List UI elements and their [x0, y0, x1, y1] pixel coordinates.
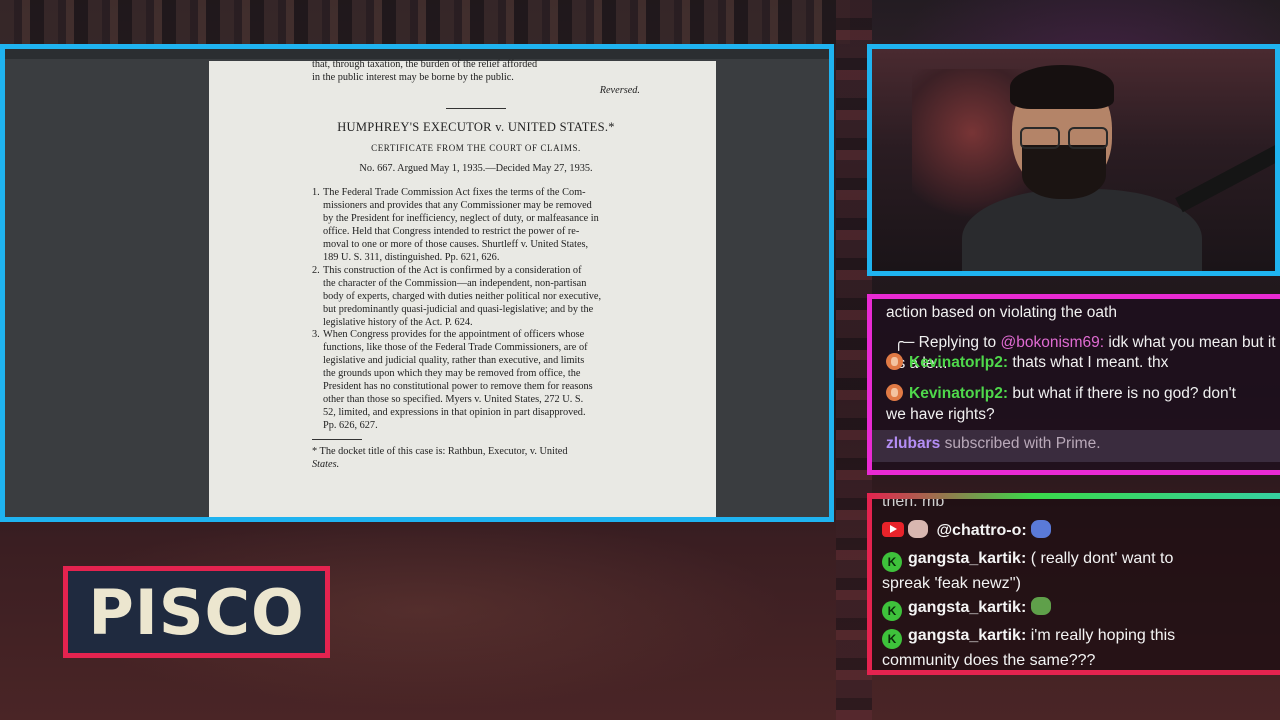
headnote-line: office. Held that Congress intended to r… [323, 226, 580, 238]
footnote-line: States. [312, 458, 340, 470]
chat-message: Kgangsta_kartik: [882, 596, 1051, 621]
chat-text: i'm really hoping this [1030, 627, 1176, 644]
user-avatar-icon [886, 384, 903, 401]
glasses-icon [1020, 127, 1110, 151]
chat-text: but what if there is no god? don't [1012, 385, 1236, 402]
document-page[interactable]: that, through taxation, the burden of th… [209, 59, 716, 517]
headnote-line: other than those so specified. Myers v. … [323, 393, 584, 405]
chat-message: Kevinatorlp2: but what if there is no go… [886, 383, 1276, 425]
headnote-line: the character of the Commission—an indep… [323, 277, 587, 289]
argued-line: No. 667. Argued May 1, 1935.—Decided May… [359, 162, 593, 174]
headnote-line: The Federal Trade Commission Act fixes t… [323, 187, 586, 199]
headnote-line: functions, like those of the Federal Tra… [323, 342, 588, 354]
chat-text: ( really dont' want to [1030, 550, 1174, 567]
subscriber-name[interactable]: zlubars [886, 435, 940, 452]
headnote-line: moval to one or more of those causes. Sh… [323, 239, 589, 251]
subscription-notice: zlubars subscribed with Prime. [872, 430, 1280, 462]
chat-text: community does the same??? [882, 652, 1096, 669]
section-divider [446, 107, 506, 109]
headnote-line: body of experts, charged with duties nei… [323, 290, 602, 302]
headnote-line: by the President for inefficiency, negle… [323, 213, 599, 225]
headnote-line: When Congress provides for the appointme… [323, 329, 585, 341]
headnote: 2. This construction of the Act is confi… [312, 265, 640, 330]
user-avatar-icon [886, 353, 903, 370]
headnote-line: 52, limited, and expressions in that opi… [323, 406, 586, 418]
headnote: 1. The Federal Trade Commission Act fixe… [312, 187, 640, 264]
chat-username[interactable]: Kevinatorlp2: [909, 385, 1008, 402]
doc-line: that, through taxation, the burden of th… [312, 59, 538, 70]
pepe-emote-icon [1031, 520, 1052, 538]
headnote-line: legislative history of the Act. P. 624. [323, 316, 473, 328]
chat-message: Kevinatorlp2: thats what I meant. thx [886, 352, 1168, 373]
headnote-line: Pp. 626, 627. [323, 419, 378, 431]
reply-handle: @bokonism69: [1000, 334, 1105, 351]
headnote-number: 1. [312, 187, 320, 199]
certificate-heading: CERTIFICATE FROM THE COURT OF CLAIMS. [371, 142, 581, 153]
kick-badge-icon: K [882, 601, 902, 621]
bookshelf-decor [0, 0, 850, 44]
streamer-beard [1022, 145, 1106, 199]
frog-emote-icon [1030, 597, 1051, 615]
streamer-body [962, 189, 1202, 271]
chat-username[interactable]: gangsta_kartik: [908, 550, 1026, 567]
chat-panel-accent [867, 493, 1280, 499]
headnote-line: legislative and judicial quality, rather… [323, 355, 585, 367]
headnote-line: President has no constitutional power to… [323, 381, 593, 393]
kick-badge-icon: K [882, 629, 902, 649]
chat-message: @chattro-o: [882, 519, 1052, 542]
mention-handle[interactable]: @chattro-o: [936, 522, 1026, 539]
headnote-line: the grounds upon which they may be remov… [323, 368, 581, 380]
microphone-arm [1175, 141, 1275, 213]
chat-message: Kgangsta_kartik: ( really dont' want to … [882, 547, 1173, 595]
headnote-number: 3. [312, 329, 320, 341]
headnote-line: missioners and provides that any Commiss… [323, 200, 592, 212]
chat-username[interactable]: gangsta_kartik: [908, 627, 1026, 644]
doc-line: in the public interest may be borne by t… [312, 71, 514, 83]
case-title: HUMPHREY'S EXECUTOR v. UNITED STATES.* [337, 119, 615, 134]
chat-message-partial: action based on violating the oath [886, 304, 1117, 321]
channel-logo: PISCO [63, 566, 330, 658]
headnote-line: This construction of the Act is confirme… [323, 264, 582, 276]
youtube-icon [882, 522, 904, 537]
footnote-line: * The docket title of this case is: Rath… [312, 445, 568, 457]
channel-name: PISCO [88, 575, 305, 649]
chat-username[interactable]: Kevinatorlp2: [909, 354, 1008, 371]
footnote-divider [312, 438, 362, 440]
headnote-line: but predominantly quasi-judicial and qua… [323, 303, 594, 315]
document-viewer-panel: that, through taxation, the burden of th… [0, 44, 834, 522]
reply-prefix: Replying to [918, 334, 997, 351]
subscription-text: subscribed with Prime. [944, 435, 1101, 452]
chat-panel-highlight: action based on violating the oath ╭─ Re… [867, 294, 1280, 475]
webcam-feed [867, 44, 1280, 276]
chat-message: Kgangsta_kartik: i'm really hoping this … [882, 624, 1176, 670]
chat-text: spreak 'feak newz'') [882, 575, 1021, 592]
headnote-line: 189 U. S. 311, distinguished. Pp. 621, 6… [323, 251, 500, 263]
headnote: 3. When Congress provides for the appoin… [312, 329, 640, 432]
chat-text: thats what I meant. thx [1012, 354, 1169, 371]
cup-emote-icon [908, 520, 928, 538]
headnote-number: 2. [312, 264, 320, 276]
reversed-label: Reversed. [599, 84, 640, 96]
chat-text: we have rights? [886, 406, 995, 423]
kick-badge-icon: K [882, 552, 902, 572]
streamer-hair [1010, 65, 1114, 109]
chat-username[interactable]: gangsta_kartik: [908, 599, 1026, 616]
reply-icon: ╭─ [894, 334, 919, 351]
viewer-toolbar [5, 49, 829, 59]
chat-panel: then. mb @chattro-o: Kgangsta_kartik: ( … [867, 493, 1280, 675]
